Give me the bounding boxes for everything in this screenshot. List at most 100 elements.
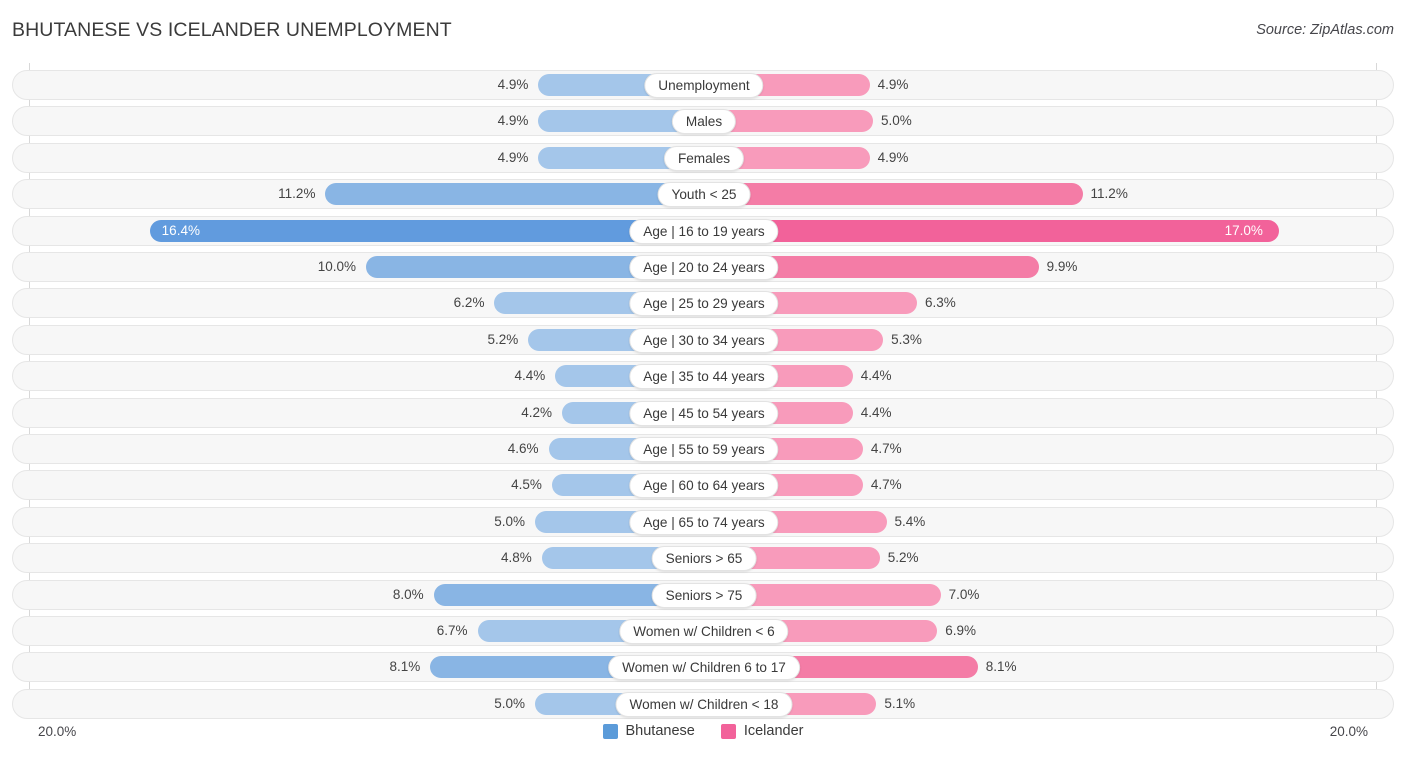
value-label-right: 5.4% [894, 513, 926, 529]
legend-swatch-icon [602, 723, 618, 739]
value-label-right: 11.2% [1090, 186, 1128, 202]
row-content: 6.2% 6.3% Age | 25 to 29 years [13, 289, 1393, 317]
table-row: 4.4% 4.4% Age | 35 to 44 years [12, 361, 1394, 392]
value-label-left: 4.9% [497, 77, 529, 92]
value-label-left: 4.2% [521, 404, 553, 420]
value-label-right: 7.0% [948, 586, 980, 602]
table-row: 4.8% 5.2% Seniors > 65 [12, 543, 1394, 574]
table-row: 4.9% 5.0% Males [12, 106, 1394, 137]
value-label-left: 4.8% [500, 550, 532, 566]
row-content: 4.6% 4.7% Age | 55 to 59 years [13, 435, 1393, 463]
value-label-left: 4.5% [511, 477, 542, 493]
value-label-right: 5.0% [881, 113, 912, 129]
value-label-right: 6.3% [924, 295, 956, 311]
legend-item-icelander[interactable]: Icelander [720, 723, 804, 739]
category-label: Unemployment [644, 73, 764, 98]
table-row: 4.6% 4.7% Age | 55 to 59 years [12, 434, 1394, 464]
table-row: 8.0% 7.0% Seniors > 75 [12, 579, 1394, 610]
legend-item-bhutanese[interactable]: Bhutanese [602, 723, 695, 739]
value-label-right: 5.2% [887, 550, 919, 566]
value-label-right: 8.1% [985, 659, 1017, 675]
category-label: Seniors > 65 [651, 546, 757, 572]
category-label: Females [663, 145, 745, 171]
table-row: 16.4% 17.0% Age | 16 to 19 years [12, 215, 1394, 246]
table-row: 4.9% 4.9% Females [12, 142, 1394, 173]
table-row: 4.2% 4.4% Age | 45 to 54 years [12, 397, 1394, 428]
table-row: 5.2% 5.3% Age | 30 to 34 years [12, 324, 1394, 355]
table-row: 5.0% 5.1% Women w/ Children < 18 [12, 688, 1394, 719]
table-row: 5.0% 5.4% Age | 65 to 74 years [12, 506, 1394, 537]
row-content: 5.2% 5.3% Age | 30 to 34 years [13, 326, 1393, 354]
source-attribution: Source: ZipAtlas.com [1256, 22, 1394, 38]
value-label-right: 4.9% [877, 149, 909, 165]
category-label: Women w/ Children < 18 [615, 691, 793, 717]
category-label: Seniors > 75 [651, 582, 757, 608]
table-row: 8.1% 8.1% Women w/ Children 6 to 17 [12, 652, 1394, 683]
value-label-right: 4.7% [870, 441, 902, 456]
value-label-left: 4.9% [497, 149, 529, 165]
category-label: Age | 25 to 29 years [629, 291, 779, 317]
row-content: 8.0% 7.0% Seniors > 75 [13, 581, 1393, 609]
bar-left-bhutanese [149, 219, 704, 242]
bar-right-icelander [704, 219, 1279, 242]
category-label: Males [671, 109, 737, 135]
value-label-right: 4.4% [860, 404, 892, 420]
bar-right-icelander [704, 183, 1083, 206]
bar-left-bhutanese [325, 183, 704, 206]
value-label-left: 4.6% [507, 441, 539, 456]
chart-root: BHUTANESE VS ICELANDER UNEMPLOYMENT Sour… [0, 0, 1406, 757]
table-row: 11.2% 11.2% Youth < 25 [12, 179, 1394, 210]
value-label-left: 10.0% [317, 259, 356, 274]
table-row: 4.5% 4.7% Age | 60 to 64 years [12, 470, 1394, 501]
value-label-right: 5.1% [884, 695, 916, 711]
row-content: 8.1% 8.1% Women w/ Children 6 to 17 [13, 653, 1393, 681]
row-content: 4.9% 4.9% Females [13, 144, 1393, 172]
value-label-left: 16.4% [161, 222, 200, 238]
value-label-left: 5.2% [487, 331, 519, 347]
category-label: Age | 30 to 34 years [629, 327, 779, 353]
value-label-right: 9.9% [1046, 259, 1078, 274]
value-label-left: 5.0% [494, 695, 525, 711]
value-label-left: 8.0% [392, 586, 424, 602]
category-label: Age | 60 to 64 years [629, 473, 779, 499]
value-label-right: 4.7% [870, 477, 902, 493]
row-content: 4.2% 4.4% Age | 45 to 54 years [13, 399, 1393, 427]
category-label: Age | 35 to 44 years [629, 364, 779, 390]
value-label-left: 6.7% [436, 623, 468, 638]
value-label-left: 4.9% [497, 113, 529, 129]
chart-legend: Bhutanese Icelander [0, 723, 1406, 739]
table-row: 10.0% 9.9% Age | 20 to 24 years [12, 252, 1394, 282]
row-content: 11.2% 11.2% Youth < 25 [13, 180, 1393, 208]
category-label: Age | 16 to 19 years [629, 218, 779, 244]
page-title: BHUTANESE VS ICELANDER UNEMPLOYMENT [12, 19, 452, 41]
category-label: Women w/ Children 6 to 17 [608, 655, 800, 681]
row-content: 4.9% 4.9% Unemployment [13, 71, 1393, 99]
value-label-left: 4.4% [514, 368, 546, 384]
row-content: 16.4% 17.0% Age | 16 to 19 years [13, 217, 1393, 245]
category-label: Age | 20 to 24 years [629, 255, 779, 280]
table-row: 6.7% 6.9% Women w/ Children < 6 [12, 616, 1394, 646]
value-label-left: 8.1% [389, 659, 421, 675]
legend-swatch-icon [720, 723, 736, 739]
value-label-right: 4.4% [860, 368, 892, 384]
value-label-right: 17.0% [1224, 222, 1263, 238]
category-label: Women w/ Children < 6 [619, 619, 789, 644]
legend-label: Bhutanese [625, 723, 695, 739]
value-label-right: 4.9% [877, 77, 909, 92]
row-content: 4.5% 4.7% Age | 60 to 64 years [13, 471, 1393, 499]
row-content: 6.7% 6.9% Women w/ Children < 6 [13, 617, 1393, 645]
value-label-left: 5.0% [494, 513, 525, 529]
value-label-left: 11.2% [278, 186, 316, 202]
row-content: 4.9% 5.0% Males [13, 107, 1393, 135]
value-label-right: 6.9% [945, 623, 976, 638]
plot-area: 4.9% 4.9% Unemployment 4.9% 5.0% Males 4.9% 4.9… [12, 63, 1394, 719]
legend-label: Icelander [743, 723, 804, 739]
table-row: 6.2% 6.3% Age | 25 to 29 years [12, 288, 1394, 319]
table-row: 4.9% 4.9% Unemployment [12, 70, 1394, 100]
row-content: 5.0% 5.1% Women w/ Children < 18 [13, 690, 1393, 718]
row-content: 4.4% 4.4% Age | 35 to 44 years [13, 362, 1393, 390]
value-label-right: 5.3% [891, 331, 922, 347]
row-content: 4.8% 5.2% Seniors > 65 [13, 544, 1393, 572]
category-label: Age | 45 to 54 years [629, 400, 779, 426]
category-label: Age | 55 to 59 years [629, 437, 779, 462]
